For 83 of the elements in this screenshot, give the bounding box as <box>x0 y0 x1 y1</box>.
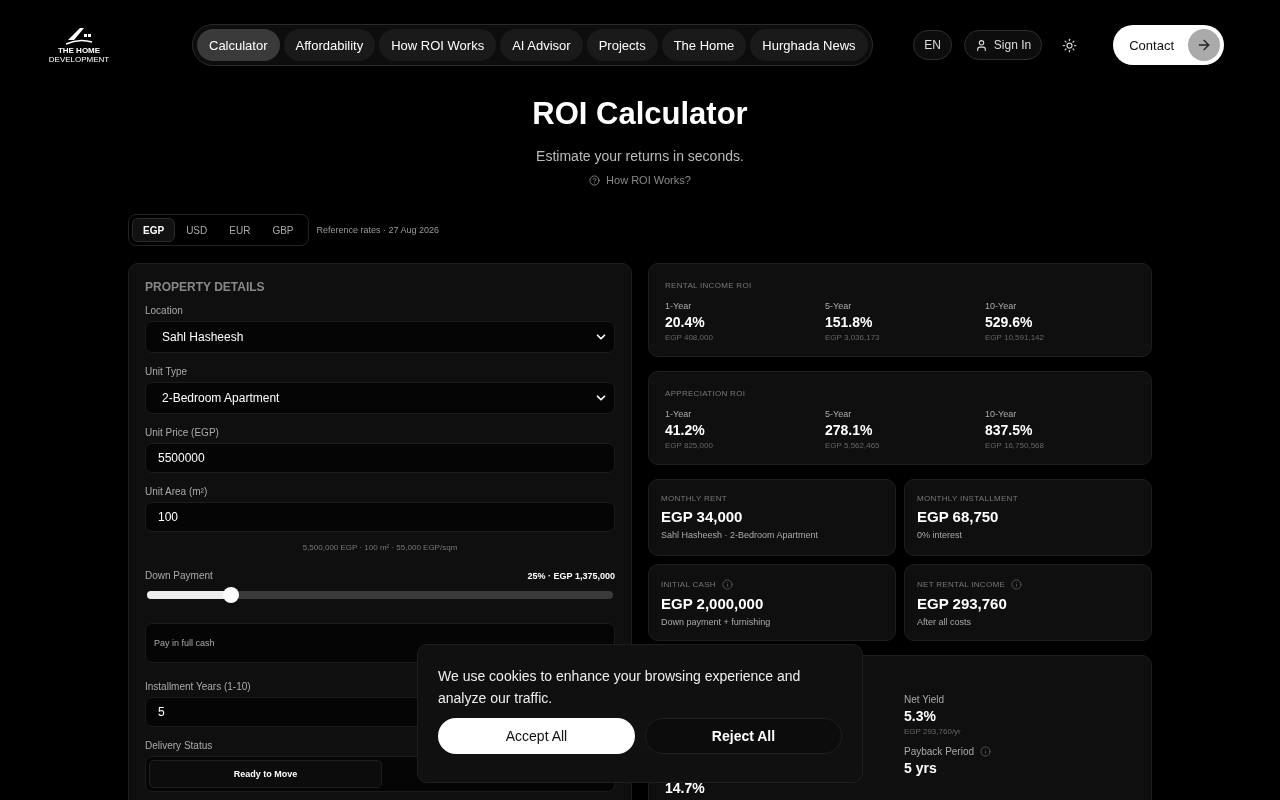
roi-amount: EGP 3,036,173 <box>825 333 881 342</box>
metric-label: Payback Period <box>904 746 975 757</box>
stat-caption: After all costs <box>917 617 973 627</box>
logo[interactable]: THE HOME DEVELOPMENT <box>47 26 111 64</box>
help-link[interactable]: How ROI Works? <box>589 174 691 186</box>
field-label: Unit Area (m²) <box>145 486 209 497</box>
input-field[interactable]: 5500000 <box>145 443 615 473</box>
card-title: APPRECIATION ROI <box>665 389 747 398</box>
metric-caption: EGP 293,760/yr <box>904 727 962 736</box>
card-title: MONTHLY INSTALLMENT <box>917 494 1018 503</box>
stat-caption: Down payment + furnishing <box>661 617 772 627</box>
period-label: 10-Year <box>985 301 1018 311</box>
nav-link[interactable]: AI Advisor <box>500 29 583 61</box>
card-title: RENTAL INCOME ROI <box>665 281 753 290</box>
metric-value: 14.7% <box>665 780 706 796</box>
card-title: MONTHLY RENT <box>661 494 727 503</box>
reject-all-button[interactable]: Reject All <box>645 718 842 754</box>
period-label: 10-Year <box>985 409 1018 419</box>
card-title: INITIAL CASH <box>661 580 716 589</box>
period-label: 1-Year <box>665 409 693 419</box>
currency-option[interactable]: EGP <box>132 218 176 242</box>
currency-option[interactable]: USD <box>175 218 219 242</box>
select-field[interactable]: Sahl Hasheesh <box>145 321 615 353</box>
field-label: Down Payment <box>145 570 213 581</box>
period-label: 5-Year <box>825 409 853 419</box>
period-label: 1-Year <box>665 301 693 311</box>
metric-value: 5.3% <box>904 708 937 724</box>
reference-rates-note: Reference rates · 27 Aug 2026 <box>316 225 440 235</box>
slider-thumb[interactable] <box>222 587 239 603</box>
contact-button[interactable]: Contact <box>1113 25 1224 65</box>
stat-caption: Sahl Hasheesh · 2-Bedroom Apartment <box>661 530 820 540</box>
stat-value: EGP 293,760 <box>917 595 1008 612</box>
currency-option[interactable]: EUR <box>218 218 262 242</box>
sign-in-button[interactable]: Sign In <box>963 30 1043 60</box>
roi-amount: EGP 408,000 <box>665 333 714 342</box>
card-title: NET RENTAL INCOME <box>917 580 1006 589</box>
stat-caption: 0% interest <box>917 530 964 540</box>
help-icon <box>589 174 601 186</box>
currency-option[interactable]: GBP <box>261 218 305 242</box>
stat-value: EGP 2,000,000 <box>661 595 765 612</box>
field-label: Location <box>145 305 184 316</box>
info-icon <box>721 579 733 590</box>
accept-all-button[interactable]: Accept All <box>438 718 635 754</box>
nav-link[interactable]: Calculator <box>197 29 280 61</box>
roi-value: 20.4% <box>665 314 706 330</box>
language-button[interactable]: EN <box>913 30 952 60</box>
nav-link[interactable]: The Home <box>661 29 747 61</box>
field-label: Installment Years (1-10) <box>145 681 252 692</box>
roi-value: 151.8% <box>825 314 874 330</box>
input-field[interactable]: 100 <box>145 502 615 532</box>
nav-link[interactable]: Projects <box>586 29 658 61</box>
section-heading: PROPERTY DETAILS <box>145 280 266 294</box>
nav-link[interactable]: How ROI Works <box>379 29 497 61</box>
stat-value: EGP 68,750 <box>917 508 1000 525</box>
house-roof-icon <box>64 26 94 46</box>
stat-value: EGP 34,000 <box>661 508 744 525</box>
metric-label: Net Yield <box>904 694 945 705</box>
segment-option[interactable]: Ready to Move <box>149 760 382 788</box>
roi-value: 41.2% <box>665 422 706 438</box>
field-label: Delivery Status <box>145 740 214 751</box>
price-summary: 5,500,000 EGP · 100 m² · 55,000 EGP/sqm <box>301 543 459 552</box>
slider-reading: 25% · EGP 1,375,000 <box>527 570 615 581</box>
metric-value: 5 yrs <box>904 760 938 776</box>
arrow-right-icon <box>1196 37 1212 53</box>
roi-value: 529.6% <box>985 314 1034 330</box>
info-icon <box>1011 579 1023 590</box>
select-field[interactable]: 2-Bedroom Apartment <box>145 382 615 414</box>
roi-amount: EGP 825,000 <box>665 441 714 450</box>
nav-link[interactable]: Hurghada News <box>750 29 868 61</box>
roi-amount: EGP 16,750,568 <box>985 441 1045 450</box>
roi-value: 837.5% <box>985 422 1034 438</box>
nav-link[interactable]: Affordability <box>283 29 376 61</box>
info-icon <box>980 746 992 757</box>
sun-icon[interactable] <box>1062 37 1078 53</box>
field-label: Unit Type <box>145 366 189 377</box>
field-label: Unit Price (EGP) <box>145 427 220 438</box>
page-subtitle: Estimate your returns in seconds. <box>536 148 744 164</box>
page-title: ROI Calculator <box>532 96 748 132</box>
roi-amount: EGP 10,591,142 <box>985 333 1045 342</box>
roi-value: 278.1% <box>825 422 874 438</box>
roi-amount: EGP 5,562,465 <box>825 441 881 450</box>
period-label: 5-Year <box>825 301 853 311</box>
user-icon <box>974 38 988 52</box>
